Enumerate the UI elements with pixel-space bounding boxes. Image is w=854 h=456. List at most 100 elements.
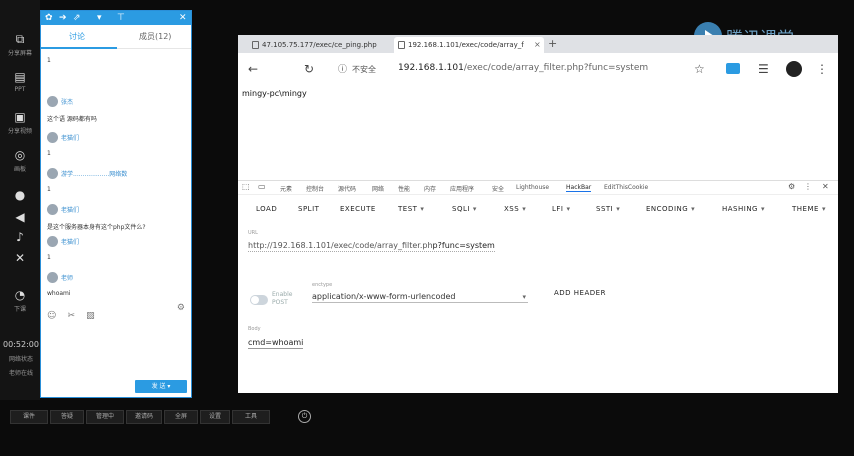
- chat-message: 张杰 这个语 源码都有吗: [47, 91, 185, 123]
- hackbar-load-button[interactable]: LOAD: [256, 205, 277, 213]
- chat-message: 1: [47, 57, 51, 64]
- close-icon[interactable]: ✕: [179, 12, 187, 24]
- chat-message: 游学...................网络数 1: [47, 163, 185, 193]
- hackbar-ssti-menu[interactable]: SSTI ▾: [596, 205, 620, 213]
- reading-list-icon[interactable]: ☰: [758, 62, 769, 76]
- add-header-button[interactable]: ADD HEADER: [554, 289, 606, 297]
- devtools-tab[interactable]: 网络: [372, 184, 384, 193]
- devtools-tab[interactable]: 内存: [424, 184, 436, 193]
- page-output-text: mingy-pc\mingy: [242, 89, 307, 98]
- chevron-down-icon: ▾: [691, 205, 696, 213]
- hackbar-encoding-menu[interactable]: ENCODING ▾: [646, 205, 695, 213]
- new-tab-button[interactable]: +: [548, 37, 557, 51]
- arrow-right-icon[interactable]: ➔: [59, 12, 67, 24]
- profile-avatar[interactable]: [786, 61, 802, 77]
- tools-button[interactable]: 工具: [232, 410, 270, 424]
- devtools-tab[interactable]: Lighthouse: [516, 184, 549, 191]
- board-icon: ◎: [14, 148, 26, 162]
- hackbar-lfi-menu[interactable]: LFI ▾: [552, 205, 571, 213]
- more-icon[interactable]: ⋮: [816, 62, 828, 76]
- chat-message: 老猫们 是这个服务器本身有这个php文件么?: [47, 199, 185, 231]
- popout-icon[interactable]: ⇗: [73, 12, 81, 24]
- chevron-down-icon: ▾: [616, 205, 621, 213]
- tab-members[interactable]: 成员(12): [139, 31, 171, 42]
- close-icon[interactable]: ✕: [822, 182, 829, 191]
- gear-icon[interactable]: ⚙: [177, 303, 185, 313]
- hackbar-body-input[interactable]: cmd=whoami: [248, 338, 304, 349]
- devtools-tab[interactable]: 元素: [280, 184, 292, 193]
- devtools-tab[interactable]: 应用程序: [450, 184, 474, 193]
- board-button[interactable]: ◎ 画板: [0, 148, 40, 173]
- chat-messages: 1 张杰 这个语 源码都有吗 老猫们 1 游学.................…: [41, 51, 191, 307]
- gear-icon[interactable]: ⚙: [788, 182, 795, 191]
- volume-button[interactable]: ◀: [0, 210, 40, 224]
- settings-icon[interactable]: ✿: [45, 12, 53, 24]
- scissors-icon[interactable]: ✂: [67, 311, 75, 321]
- reload-icon[interactable]: ↻: [304, 62, 314, 76]
- hackbar-url-input[interactable]: http://192.168.1.101/exec/code/array_fil…: [248, 241, 495, 252]
- enctype-label: enctype: [312, 282, 333, 288]
- browser-tab-active[interactable]: 192.168.1.101/exec/code/array_f ×: [394, 37, 544, 53]
- hackbar-sqli-menu[interactable]: SQLI ▾: [452, 205, 477, 213]
- enctype-select[interactable]: application/x-www-form-urlencoded ▾: [312, 291, 528, 303]
- devtools-tab[interactable]: 安全: [492, 184, 504, 193]
- hackbar-execute-button[interactable]: EXECUTE: [340, 205, 376, 213]
- emoji-icon[interactable]: ☺: [47, 311, 56, 321]
- inspect-icon[interactable]: ⬚: [242, 182, 250, 191]
- share-screen-button[interactable]: ⧉ 分享屏幕: [0, 32, 40, 57]
- avatar: [47, 272, 58, 283]
- devtools-tab[interactable]: EditThisCookie: [604, 184, 648, 191]
- chat-message: 老师 whoami: [47, 267, 185, 297]
- image-icon[interactable]: ▨: [86, 311, 95, 321]
- courseware-button[interactable]: 课件: [10, 410, 48, 424]
- power-icon[interactable]: ⏻: [298, 410, 311, 423]
- insecure-label[interactable]: 不安全: [352, 64, 376, 75]
- fullscreen-button[interactable]: ✕: [0, 251, 40, 265]
- devtools-tab[interactable]: 性能: [398, 184, 410, 193]
- settings-button[interactable]: 设置: [200, 410, 230, 424]
- device-icon[interactable]: ▭: [258, 182, 266, 191]
- devtools-tabs: ⬚ ▭ 元素 控制台 源代码 网络 性能 内存 应用程序 安全 Lighthou…: [238, 181, 838, 195]
- avatar: [47, 96, 58, 107]
- qa-button[interactable]: 答疑: [50, 410, 84, 424]
- end-class-button[interactable]: ◔ 下课: [0, 288, 40, 313]
- extension-icon[interactable]: [726, 63, 740, 74]
- camera-button[interactable]: ●: [0, 188, 40, 202]
- more-icon[interactable]: ⋮: [804, 182, 812, 191]
- hackbar-theme-menu[interactable]: THEME ▾: [792, 205, 826, 213]
- chat-titlebar: ✿ ➔ ⇗ ▾ ⊤ ✕: [41, 11, 191, 25]
- music-icon: ♪: [16, 230, 24, 244]
- chevron-down-icon: ▾: [760, 205, 765, 213]
- chevron-down-icon: ▾: [566, 205, 571, 213]
- avatar: [47, 204, 58, 215]
- enable-post-toggle[interactable]: [250, 295, 268, 305]
- browser-tab[interactable]: 47.105.75.177/exec/ce_ping.php: [248, 37, 388, 53]
- star-icon[interactable]: ☆: [694, 62, 705, 76]
- pin-icon[interactable]: ⊤: [117, 12, 125, 24]
- ppt-button[interactable]: ▤ PPT: [0, 70, 40, 93]
- chevron-down-icon: ▾: [472, 205, 477, 213]
- invite-button[interactable]: 邀请码: [126, 410, 162, 424]
- back-icon[interactable]: ←: [248, 62, 258, 76]
- hackbar-hashing-menu[interactable]: HASHING ▾: [722, 205, 765, 213]
- chevron-down-icon[interactable]: ▾: [97, 12, 102, 24]
- video-button[interactable]: ▣ 分享视频: [0, 110, 40, 135]
- chat-message: 老猫们 1: [47, 127, 185, 157]
- tab-discussion[interactable]: 讨论: [69, 31, 85, 42]
- devtools-tab[interactable]: 源代码: [338, 184, 356, 193]
- devtools-tab[interactable]: 控制台: [306, 184, 324, 193]
- fullscreen-bottom-button[interactable]: 全屏: [164, 410, 198, 424]
- hackbar-split-button[interactable]: SPLIT: [298, 205, 319, 213]
- hackbar-test-menu[interactable]: TEST ▾: [398, 205, 424, 213]
- address-bar[interactable]: 192.168.1.101/exec/code/array_filter.php…: [398, 63, 648, 73]
- close-tab-icon[interactable]: ×: [534, 37, 541, 53]
- navigation-bar: ← ↻ ⓘ 不安全 192.168.1.101/exec/code/array_…: [238, 53, 838, 88]
- clock-icon: ◔: [14, 288, 26, 302]
- music-button[interactable]: ♪: [0, 230, 40, 244]
- info-icon[interactable]: ⓘ: [338, 63, 347, 77]
- send-button[interactable]: 发 送 ▾: [135, 380, 187, 393]
- devtools-tab-hackbar[interactable]: HackBar: [566, 184, 592, 192]
- manage-button[interactable]: 管理中: [86, 410, 124, 424]
- hackbar-xss-menu[interactable]: XSS ▾: [504, 205, 526, 213]
- chat-toolbar: ☺ ✂ ▨ ⚙: [47, 303, 185, 321]
